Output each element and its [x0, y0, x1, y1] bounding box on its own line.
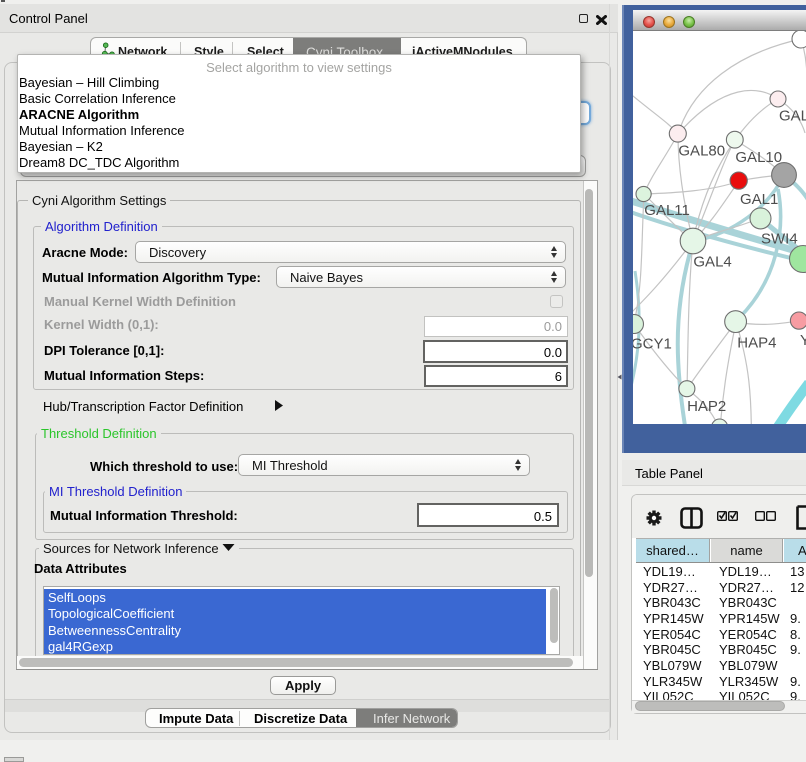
svg-text:HAP2: HAP2 [687, 398, 726, 415]
svg-text:GAL4: GAL4 [693, 253, 731, 270]
svg-text:GAL1: GAL1 [740, 191, 778, 208]
svg-text:GCY1: GCY1 [633, 335, 672, 352]
svg-text:GAL11: GAL11 [644, 202, 690, 219]
svg-text:HAP4: HAP4 [737, 334, 776, 351]
svg-text:GAL10: GAL10 [735, 149, 782, 166]
svg-text:GAL7: GAL7 [779, 108, 806, 125]
svg-text:Y: Y [800, 332, 806, 349]
svg-text:GAL80: GAL80 [678, 143, 725, 160]
svg-text:SWI4: SWI4 [761, 231, 798, 248]
